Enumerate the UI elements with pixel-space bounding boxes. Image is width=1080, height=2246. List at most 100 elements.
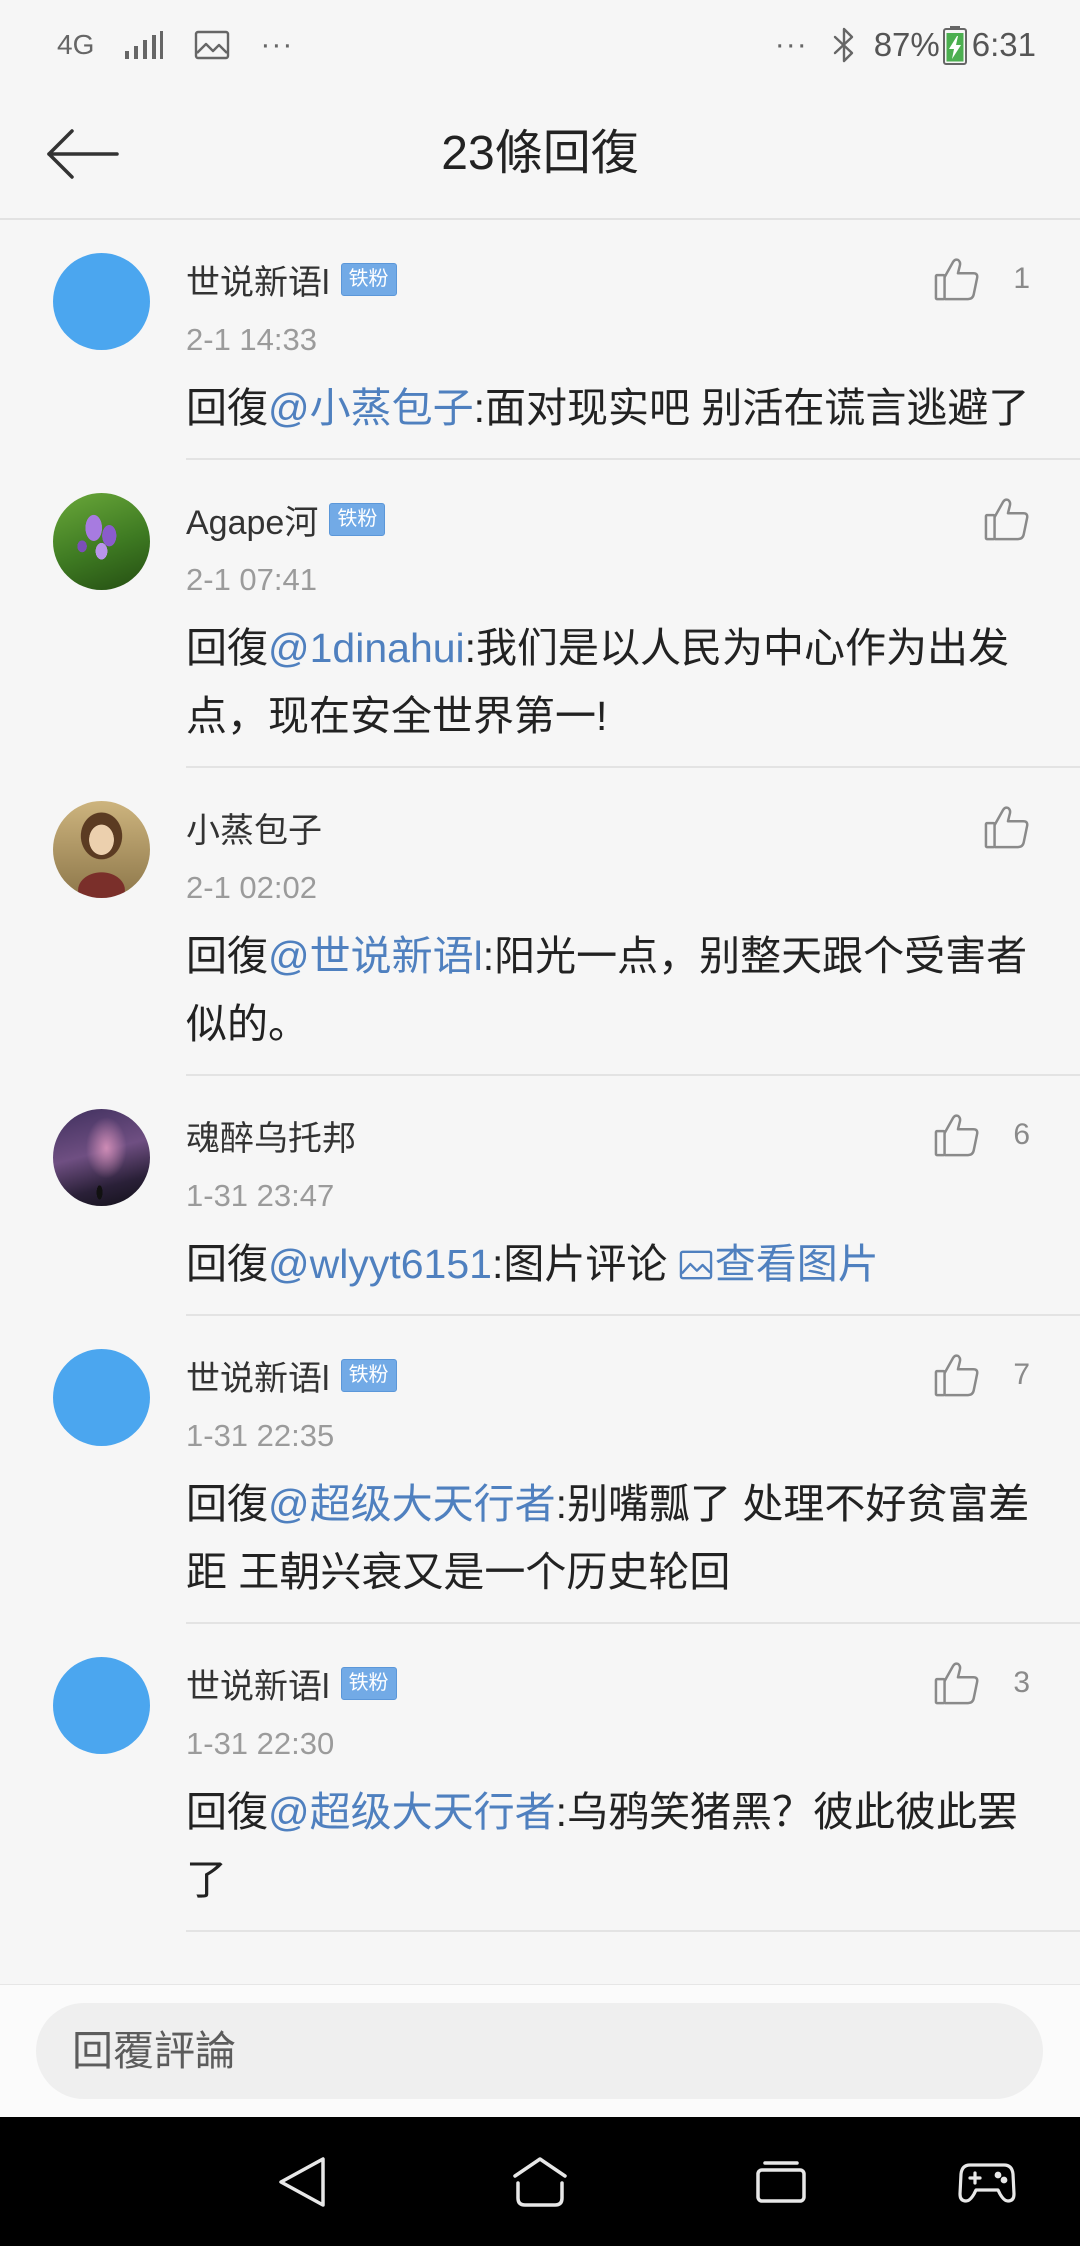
fan-badge: 铁粉 [329, 502, 386, 536]
comment-header: Agape河 铁粉 [186, 495, 1031, 543]
commenter-name[interactable]: 世说新语l [186, 1351, 330, 1400]
comment-timestamp: 2-1 02:02 [186, 870, 317, 905]
like-count: 3 [1013, 1666, 1030, 1699]
commenter-name[interactable]: 世说新语l [186, 1659, 330, 1708]
view-image-label: 查看图片 [714, 1241, 879, 1287]
comment-item[interactable]: 魂醉乌托邦 1-31 23:47 回復@wlyyt6151:图片评论 查看图片 … [0, 1076, 1080, 1316]
nav-game-button[interactable] [927, 2117, 1047, 2246]
comment-timestamp: 1-31 22:30 [186, 1726, 335, 1761]
back-triangle-icon [277, 2155, 327, 2209]
fan-badge: 铁粉 [340, 1666, 397, 1700]
image-icon [194, 30, 230, 60]
comment-item[interactable]: 小蒸包子 2-1 02:02 回復@世说新语l:阳光一点，别整天跟个受害者似的。 [0, 768, 1080, 1076]
thumbs-up-icon [984, 805, 1030, 849]
comment-item[interactable]: 世说新语l 铁粉 2-1 14:33 回復@小蒸包子:面对现实吧 别活在谎言逃避了… [0, 220, 1080, 460]
picture-icon [679, 1250, 712, 1280]
thumbs-up-icon [934, 1353, 980, 1397]
comment-timestamp: 2-1 14:33 [186, 322, 317, 357]
like-button[interactable] [984, 803, 1030, 851]
status-overflow: ··· [774, 27, 808, 61]
thumbs-up-icon [934, 1113, 980, 1157]
like-button[interactable]: 3 [934, 1659, 1030, 1707]
battery-percent: 87% [873, 25, 940, 63]
comment-text: 回復@wlyyt6151:图片评论 查看图片 [186, 1230, 1031, 1298]
comment-text: 回復@小蒸包子:面对现实吧 别活在谎言逃避了 [186, 374, 1031, 442]
nav-back-button[interactable] [242, 2117, 362, 2246]
mention-link[interactable]: @超级大天行者 [268, 1481, 556, 1527]
mention-link[interactable]: @小蒸包子 [268, 385, 474, 431]
nav-home-button[interactable] [480, 2117, 600, 2246]
comment-header: 世说新语l 铁粉 [186, 1659, 1031, 1707]
commenter-name[interactable]: 魂醉乌托邦 [186, 1111, 356, 1160]
mention-link[interactable]: @wlyyt6151 [268, 1241, 492, 1287]
comment-item[interactable]: Agape河 铁粉 2-1 07:41 回復@1dinahui:我们是以人民为中心… [0, 460, 1080, 768]
network-type: 4G [57, 28, 95, 60]
comment-timestamp: 1-31 22:35 [186, 1418, 335, 1453]
comment-list[interactable]: 世说新语l 铁粉 2-1 14:33 回復@小蒸包子:面对现实吧 别活在谎言逃避了… [0, 220, 1080, 1984]
comment-item[interactable]: 世说新语l 铁粉 1-31 22:35 回復@超级大天行者:别嘴瓢了 处理不好贫富… [0, 1316, 1080, 1624]
comment-header: 小蒸包子 [186, 803, 1031, 851]
system-nav-bar [0, 2117, 1080, 2246]
comment-body: :图片评论 [491, 1241, 679, 1287]
comment-header: 魂醉乌托邦 [186, 1111, 1031, 1159]
status-bar: 4G ··· ··· 87% 6:31 [0, 0, 1080, 89]
status-left: 4G ··· [57, 28, 323, 62]
like-count: 7 [1013, 1358, 1030, 1391]
avatar[interactable] [53, 493, 150, 590]
like-count: 1 [1013, 262, 1030, 295]
page-title: 23條回復 [441, 127, 639, 180]
reply-prefix: 回復 [186, 1241, 268, 1287]
recents-icon [755, 2160, 807, 2204]
reply-input[interactable]: 回覆評論 [36, 2003, 1043, 2099]
fan-badge: 铁粉 [340, 262, 397, 296]
mention-link[interactable]: @超级大天行者 [268, 1789, 556, 1835]
game-controller-icon [958, 2160, 1016, 2204]
thumbs-up-icon [934, 257, 980, 301]
like-button[interactable]: 7 [934, 1351, 1030, 1399]
reply-prefix: 回復 [186, 385, 268, 431]
home-icon [511, 2156, 569, 2208]
thumbs-up-icon [984, 497, 1030, 541]
comment-timestamp: 1-31 23:47 [186, 1178, 335, 1213]
commenter-name[interactable]: Agape河 [186, 495, 318, 544]
back-button[interactable] [40, 123, 124, 185]
reply-bar: 回覆評論 [0, 1984, 1080, 2117]
comment-timestamp: 2-1 07:41 [186, 562, 317, 597]
reply-prefix: 回復 [186, 1789, 268, 1835]
like-button[interactable]: 1 [934, 255, 1030, 303]
comment-text: 回復@超级大天行者:别嘴瓢了 处理不好贫富差距 王朝兴衰又是一个历史轮回 [186, 1470, 1031, 1606]
title-bar: 23條回復 [0, 89, 1080, 220]
avatar[interactable] [53, 1657, 150, 1754]
comment-text: 回復@超级大天行者:乌鸦笑猪黑？彼此彼此罢了 [186, 1778, 1031, 1914]
comment-text: 回復@世说新语l:阳光一点，别整天跟个受害者似的。 [186, 922, 1031, 1058]
nav-recents-button[interactable] [721, 2117, 841, 2246]
avatar[interactable] [53, 253, 150, 350]
avatar[interactable] [53, 1109, 150, 1206]
signal-icon [124, 30, 164, 60]
arrow-left-icon [45, 126, 119, 182]
comment-item[interactable]: 世说新语l 铁粉 1-31 22:30 回復@超级大天行者:乌鸦笑猪黑？彼此彼此罢… [0, 1624, 1080, 1932]
commenter-name[interactable]: 小蒸包子 [186, 803, 322, 852]
status-right: ··· 87% 6:31 [775, 25, 1036, 65]
bluetooth-icon [832, 27, 856, 63]
notification-overflow: ··· [260, 27, 294, 61]
comment-body: :面对现实吧 别活在谎言逃避了 [473, 385, 1030, 431]
reply-prefix: 回復 [186, 933, 268, 979]
fan-badge: 铁粉 [340, 1358, 397, 1392]
avatar[interactable] [53, 801, 150, 898]
avatar[interactable] [53, 1349, 150, 1446]
battery-charging-icon [942, 25, 968, 65]
reply-prefix: 回復 [186, 625, 268, 671]
mention-link[interactable]: @世说新语l [268, 933, 483, 979]
like-button[interactable] [984, 495, 1030, 543]
comment-header: 世说新语l 铁粉 [186, 255, 1031, 303]
like-button[interactable]: 6 [934, 1111, 1030, 1159]
thumbs-up-icon [934, 1661, 980, 1705]
like-count: 6 [1013, 1118, 1030, 1151]
comment-header: 世说新语l 铁粉 [186, 1351, 1031, 1399]
clock: 6:31 [971, 25, 1036, 63]
divider [186, 1930, 1080, 1932]
commenter-name[interactable]: 世说新语l [186, 255, 330, 304]
view-image-link[interactable]: 查看图片 [679, 1241, 879, 1287]
mention-link[interactable]: @1dinahui [268, 625, 465, 671]
